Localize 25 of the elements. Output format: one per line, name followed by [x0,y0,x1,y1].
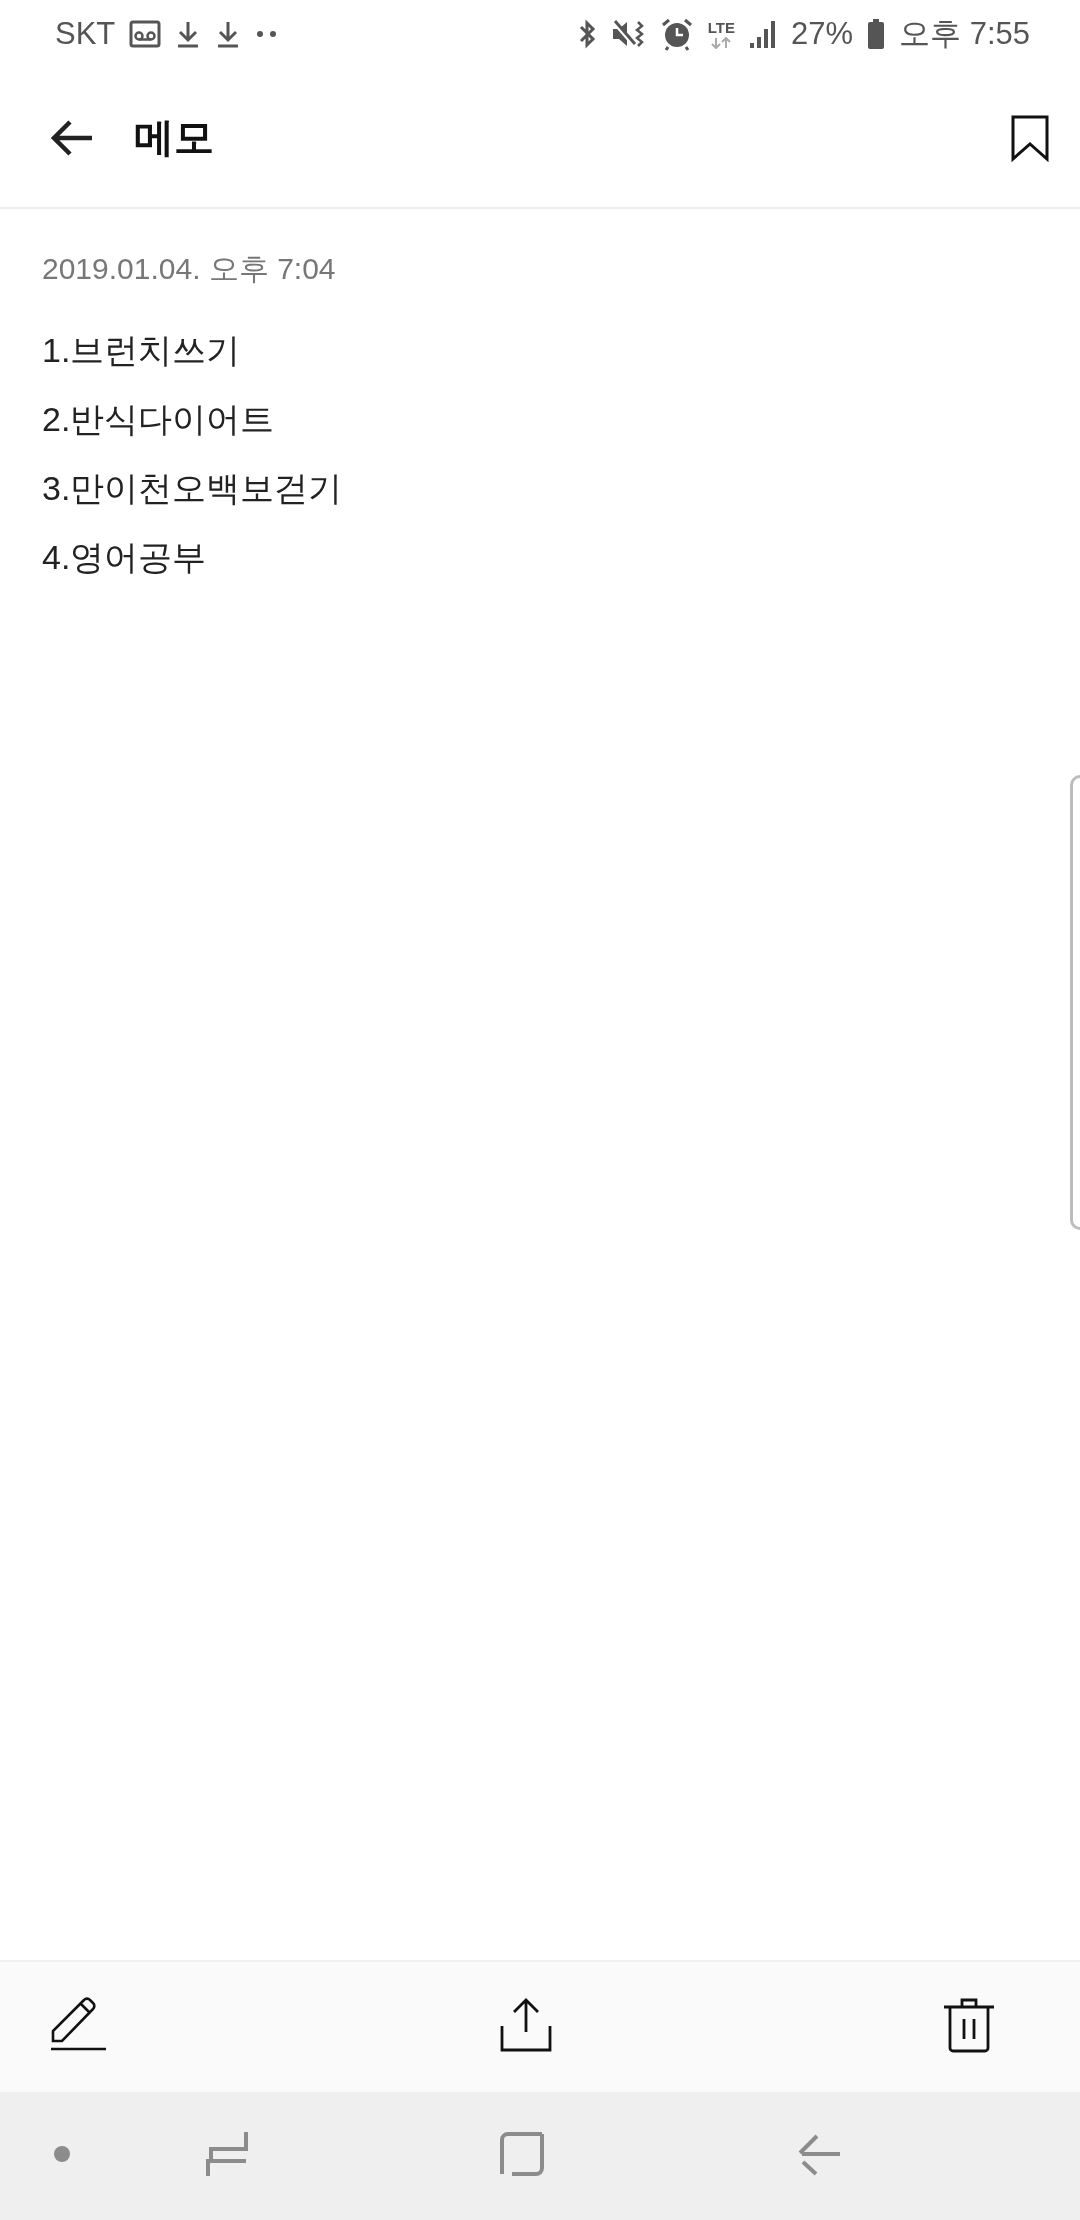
memo-line: 2.반식다이어트 [42,399,276,440]
clock: 오후 7:55 [899,15,1030,53]
edge-panel-handle[interactable] [1070,775,1080,1230]
screen-title: 메모 [134,114,215,161]
network-type: LTE [707,19,735,35]
memo-line: 1.브런치쓰기 [42,330,242,371]
memo-line: 3.만이천오백보걷기 [42,468,344,509]
bluetooth-icon [577,18,596,50]
carrier-name: SKT [55,16,116,52]
home-icon[interactable] [500,2132,544,2176]
back-arrow-icon[interactable] [50,119,94,156]
battery-icon [867,18,886,50]
dot-icon[interactable] [53,2145,71,2163]
voicemail-icon [129,20,162,48]
battery-percent: 27% [791,16,854,52]
recents-icon[interactable] [206,2131,248,2177]
alarm-icon [659,17,694,51]
edit-icon[interactable] [50,1995,108,2053]
data-arrows-icon [710,36,733,49]
memo-date: 2019.01.04. 오후 7:04 [42,251,337,287]
bookmark-icon[interactable] [1010,113,1050,162]
signal-icon [749,19,777,49]
back-icon[interactable] [797,2132,841,2176]
memo-line: 4.영어공부 [42,537,208,578]
share-icon[interactable] [499,1996,552,2052]
